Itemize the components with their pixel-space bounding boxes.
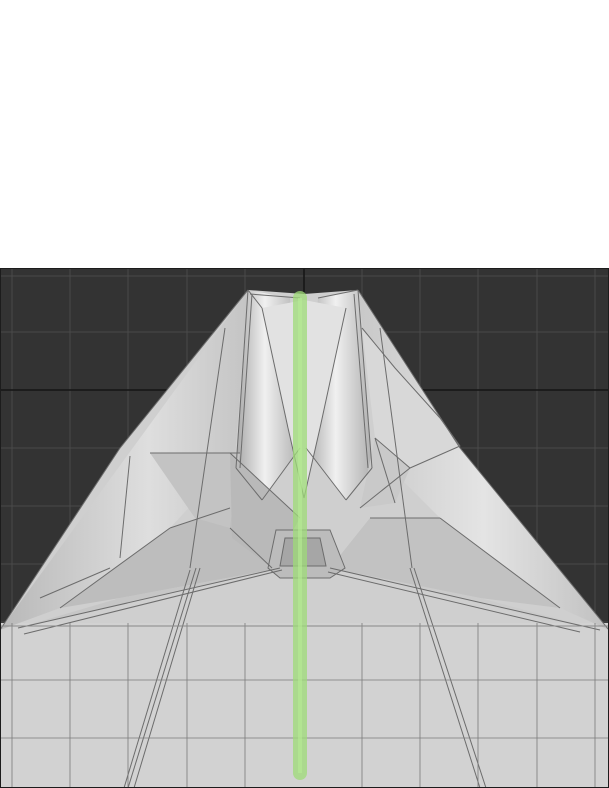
- viewport-canvas[interactable]: [0, 268, 609, 788]
- blank-area: [0, 0, 609, 268]
- 3d-viewport[interactable]: [0, 268, 609, 788]
